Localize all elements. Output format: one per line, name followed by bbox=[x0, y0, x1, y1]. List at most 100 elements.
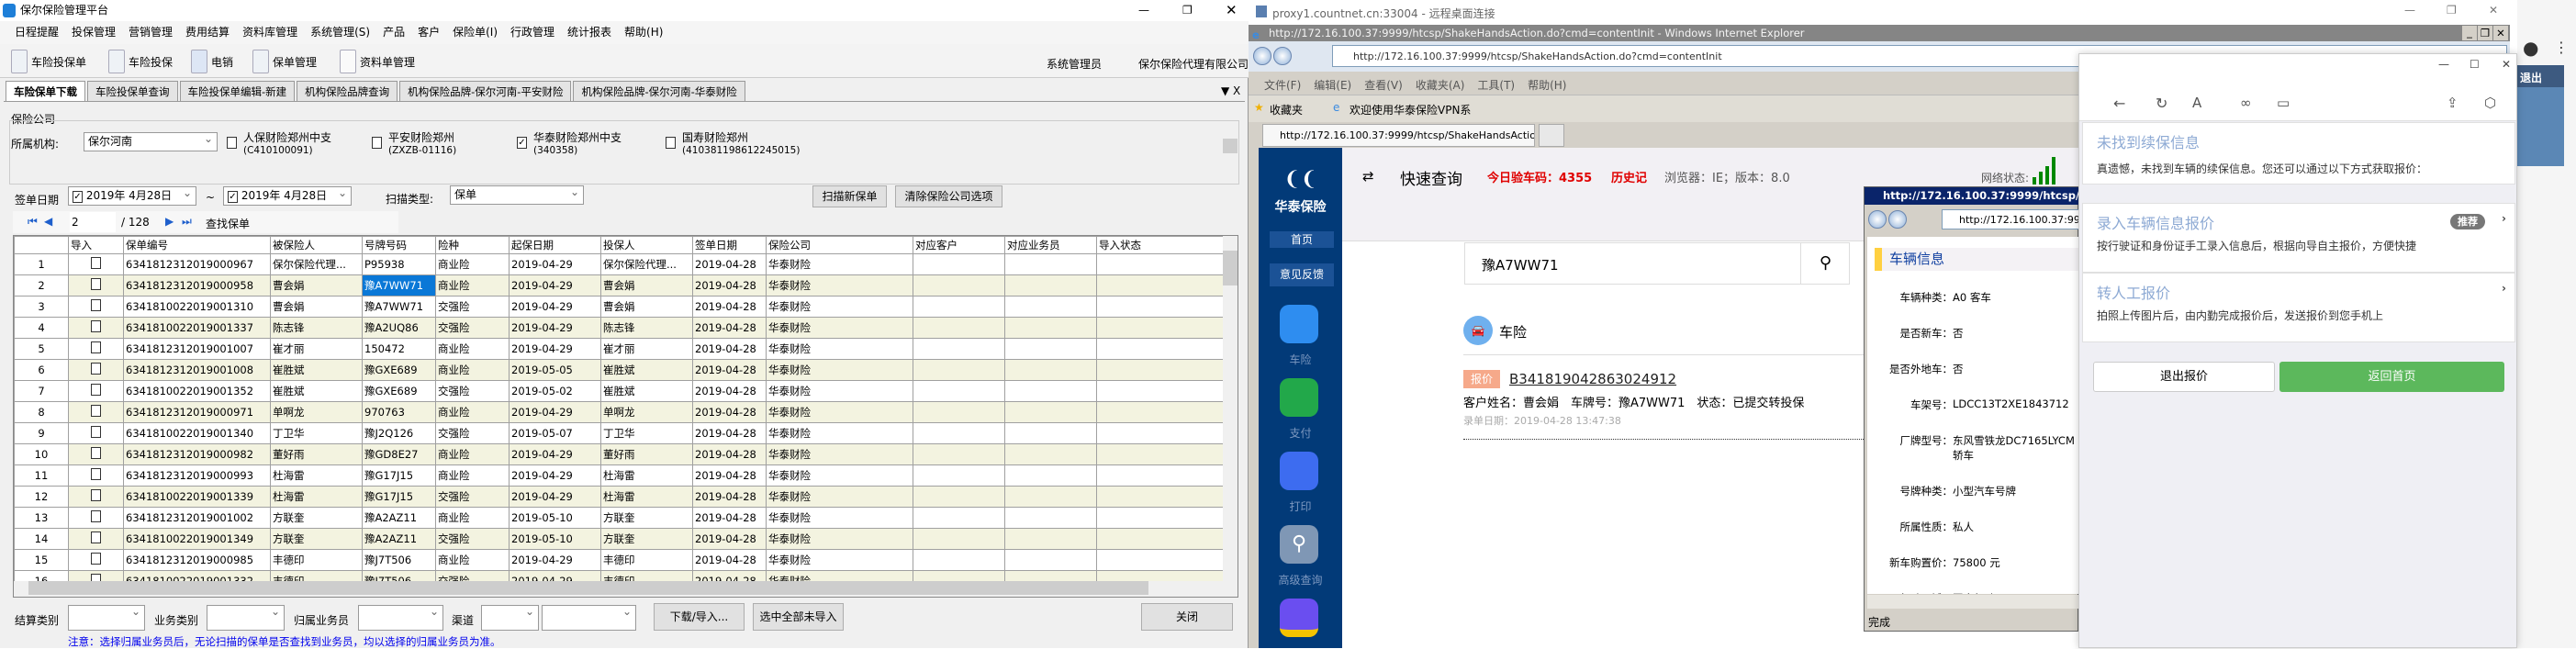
table-cell[interactable]: 2019-04-29 bbox=[509, 443, 601, 465]
tab-list-close[interactable]: ▼ X bbox=[1221, 84, 1240, 97]
import-cell[interactable] bbox=[68, 380, 124, 402]
table-cell[interactable] bbox=[1004, 464, 1097, 487]
column-header[interactable]: 号牌号码 bbox=[362, 236, 436, 254]
ie-menu-item[interactable]: 文件(F) bbox=[1264, 77, 1301, 92]
group-scrollbar[interactable] bbox=[1223, 122, 1238, 183]
table-cell[interactable]: 商业险 bbox=[435, 253, 510, 275]
table-cell[interactable]: 商业险 bbox=[435, 549, 510, 571]
table-cell[interactable] bbox=[913, 422, 1005, 444]
import-cell[interactable] bbox=[68, 549, 124, 571]
table-cell[interactable]: 商业险 bbox=[435, 401, 510, 423]
swap-icon[interactable]: ⇄ bbox=[1362, 168, 1374, 185]
table-cell[interactable] bbox=[1096, 486, 1227, 508]
menu-item[interactable]: 系统管理(S) bbox=[310, 21, 370, 44]
table-cell[interactable]: 保尔保险代理... bbox=[270, 253, 363, 275]
table-cell[interactable]: 2019-04-28 bbox=[692, 507, 767, 529]
table-cell[interactable]: 2019-05-02 bbox=[509, 380, 601, 402]
table-cell[interactable]: 2019-04-28 bbox=[692, 443, 767, 465]
table-cell[interactable]: 商业险 bbox=[435, 443, 510, 465]
import-checkbox[interactable] bbox=[91, 426, 101, 438]
table-cell[interactable]: 华泰财险 bbox=[766, 338, 913, 360]
table-cell[interactable]: 2019-04-28 bbox=[692, 549, 767, 571]
grid-hscrollbar[interactable] bbox=[14, 581, 1238, 597]
table-cell[interactable]: 6341812312019000958 bbox=[123, 274, 271, 297]
date-to-checkbox[interactable]: ✓ bbox=[228, 191, 238, 203]
sidebar-print[interactable]: 打印 bbox=[1259, 498, 1342, 514]
ie-menu-item[interactable]: 帮助(H) bbox=[1528, 77, 1566, 92]
last-page-icon[interactable]: ⏭ bbox=[182, 215, 192, 229]
advanced-search-icon[interactable]: ⚲ bbox=[1280, 525, 1318, 564]
table-cell[interactable]: 2019-04-29 bbox=[509, 549, 601, 571]
biz-type-select[interactable] bbox=[207, 603, 285, 631]
column-header[interactable]: 被保险人 bbox=[270, 236, 363, 254]
toolbar-document-management[interactable]: 资料单管理 bbox=[340, 48, 415, 75]
table-cell[interactable]: 2019-04-29 bbox=[509, 296, 601, 318]
sidebar-payment[interactable]: 支付 bbox=[1259, 425, 1342, 441]
table-cell[interactable]: 丁卫华 bbox=[270, 422, 363, 444]
table-cell[interactable] bbox=[1096, 338, 1227, 360]
ie-menu-item[interactable]: 工具(T) bbox=[1477, 77, 1515, 92]
insurer-checkbox[interactable]: 人保财险郑州中支 (C410100091) bbox=[227, 129, 331, 156]
scroll-thumb[interactable] bbox=[28, 581, 1148, 595]
table-cell[interactable]: 2019-04-28 bbox=[692, 486, 767, 508]
table-cell[interactable]: 方联奎 bbox=[600, 528, 693, 550]
more-menu-icon[interactable]: ⋮ bbox=[2554, 39, 2569, 56]
close-panel-button[interactable]: 关闭 bbox=[1141, 603, 1233, 631]
date-to-picker[interactable]: ✓ 2019年 4月28日 bbox=[223, 185, 352, 206]
menu-item[interactable]: 资料库管理 bbox=[242, 21, 297, 44]
import-cell[interactable] bbox=[68, 507, 124, 529]
sidebar-car-insurance[interactable]: 车险 bbox=[1259, 352, 1342, 367]
import-checkbox[interactable] bbox=[91, 468, 101, 480]
table-cell[interactable]: 杜海雷 bbox=[600, 486, 693, 508]
table-cell[interactable]: 崔胜斌 bbox=[600, 359, 693, 381]
toolbar-car-application-form[interactable]: 车险投保单 bbox=[11, 48, 86, 75]
back-arrow-icon[interactable]: ← bbox=[2113, 95, 2125, 112]
insurer-checkbox[interactable]: 平安财险郑州 (ZXZB-01116) bbox=[372, 129, 456, 156]
import-cell[interactable] bbox=[68, 253, 124, 275]
channel-select[interactable] bbox=[481, 603, 539, 631]
table-cell[interactable]: 崔才丽 bbox=[270, 338, 363, 360]
table-cell[interactable] bbox=[1004, 296, 1097, 318]
menu-item[interactable]: 保险单(I) bbox=[453, 21, 498, 44]
table-cell[interactable] bbox=[1004, 486, 1097, 508]
table-cell[interactable] bbox=[913, 380, 1005, 402]
ie-menu-item[interactable]: 查看(V) bbox=[1364, 77, 1403, 92]
rdp-minimize-button[interactable]: — bbox=[2404, 4, 2415, 17]
table-cell[interactable] bbox=[913, 401, 1005, 423]
sidebar-advanced-search[interactable]: 高级查询 bbox=[1259, 572, 1342, 587]
table-row[interactable]: 13 6341812312019001002 方联奎 豫A2AZ11 商业险 2019-0… bbox=[14, 507, 1227, 529]
table-cell[interactable]: 2019-04-29 bbox=[509, 253, 601, 275]
table-row[interactable]: 5 6341812312019001007 崔才丽 150472 商业险 2019-04-… bbox=[14, 338, 1227, 360]
table-cell[interactable]: 交强险 bbox=[435, 422, 510, 444]
manual-entry-quote-option[interactable]: 录入车辆信息报价 推荐 › 按行驶证和身份证手工录入信息后，根据向导自主报价，方… bbox=[2082, 203, 2515, 273]
checkbox[interactable] bbox=[372, 137, 382, 149]
table-cell[interactable] bbox=[913, 359, 1005, 381]
table-cell[interactable]: 董好雨 bbox=[600, 443, 693, 465]
table-cell[interactable]: 2019-04-28 bbox=[692, 422, 767, 444]
ie-menu-item[interactable]: 编辑(E) bbox=[1314, 77, 1351, 92]
table-cell[interactable] bbox=[1096, 380, 1227, 402]
table-cell[interactable]: 豫G17J15 bbox=[362, 464, 436, 487]
table-cell[interactable]: 2019-04-29 bbox=[509, 274, 601, 297]
import-checkbox[interactable] bbox=[91, 257, 101, 269]
table-cell[interactable]: 2019-04-28 bbox=[692, 464, 767, 487]
table-cell[interactable]: 6341812312019001008 bbox=[123, 359, 271, 381]
import-cell[interactable] bbox=[68, 274, 124, 297]
table-cell[interactable]: 华泰财险 bbox=[766, 253, 913, 275]
print-icon[interactable] bbox=[1280, 452, 1318, 490]
logout-link[interactable]: 退出 bbox=[2517, 65, 2564, 87]
import-cell[interactable] bbox=[68, 528, 124, 550]
table-cell[interactable] bbox=[913, 528, 1005, 550]
table-cell[interactable]: 2019-04-28 bbox=[692, 253, 767, 275]
column-header[interactable]: 对应业务员 bbox=[1004, 236, 1097, 254]
restore-button[interactable]: ❐ bbox=[1182, 0, 1193, 21]
menu-item[interactable]: 客户 bbox=[418, 21, 440, 44]
table-cell[interactable]: 6341810022019001352 bbox=[123, 380, 271, 402]
table-cell[interactable]: 丰德印 bbox=[270, 549, 363, 571]
table-row[interactable]: 14 6341810022019001349 方联奎 豫A2AZ11 交强险 2019-0… bbox=[14, 528, 1227, 550]
ie-restore-button[interactable]: ❐ bbox=[2478, 26, 2492, 40]
table-cell[interactable] bbox=[1096, 528, 1227, 550]
table-cell[interactable]: 曹会娟 bbox=[600, 274, 693, 297]
table-cell[interactable]: 2019-04-29 bbox=[509, 464, 601, 487]
scroll-thumb[interactable] bbox=[1223, 139, 1238, 153]
